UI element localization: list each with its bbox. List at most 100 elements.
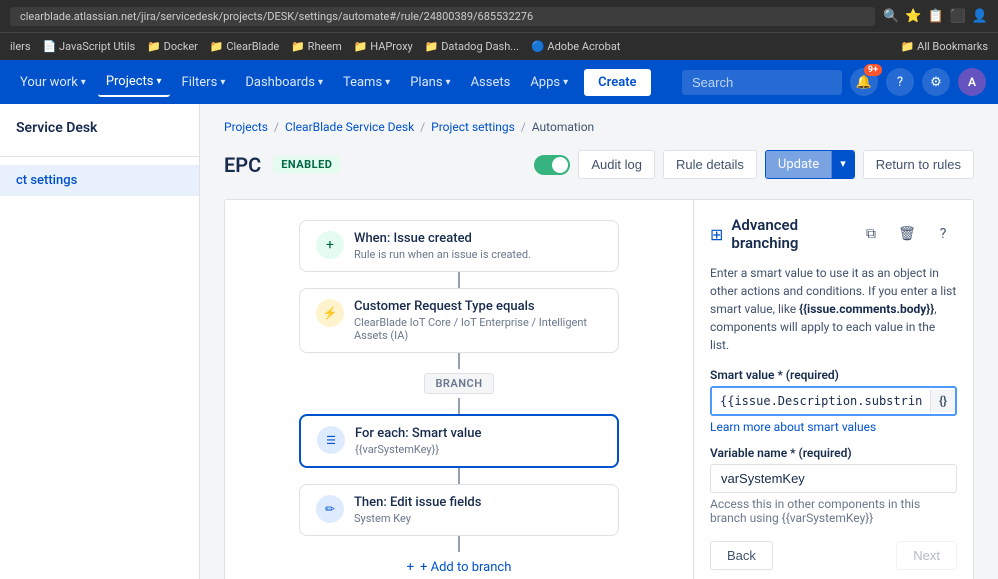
variable-name-field-label: Variable name * (required) (710, 446, 957, 460)
settings-button[interactable]: ⚙ (922, 68, 950, 96)
create-button[interactable]: Create (584, 69, 650, 96)
variable-name-label-text: Variable name * (required) (710, 446, 852, 460)
flow-line-5 (458, 536, 460, 552)
then-node-title: Then: Edit issue fields (354, 495, 602, 510)
notification-badge: 9+ (864, 64, 882, 76)
browser-url[interactable]: clearblade.atlassian.net/jira/servicedes… (10, 7, 875, 26)
bookmark-rheem[interactable]: 📁 Rheem (291, 40, 342, 53)
user-avatar[interactable]: A (958, 68, 986, 96)
browser-menu-icon[interactable]: ⬛ (950, 9, 966, 24)
smart-value-insert-button[interactable]: {} (930, 390, 955, 412)
nav-projects[interactable]: Projects ▾ (98, 68, 170, 97)
sidebar-title: Service Desk (0, 120, 199, 148)
back-button[interactable]: Back (710, 541, 773, 570)
nav-projects-label: Projects (106, 74, 154, 89)
flow-line-4 (458, 468, 460, 484)
panel-help-button[interactable]: ? (929, 220, 957, 248)
for-each-node-subtitle: {{varSystemKey}} (355, 443, 601, 456)
browser-search-icon[interactable]: 🔍 (883, 9, 899, 24)
trigger-node-icon: + (316, 231, 344, 259)
help-button[interactable]: ? (886, 68, 914, 96)
trigger-node[interactable]: + When: Issue created Rule is run when a… (299, 220, 619, 272)
next-button[interactable]: Next (896, 541, 957, 570)
smart-value-wrapper: {} (710, 386, 957, 416)
panel-grid-icon: ⊞ (710, 225, 723, 244)
flow-container: + When: Issue created Rule is run when a… (245, 220, 673, 579)
for-each-node[interactable]: ☰ For each: Smart value {{varSystemKey}} (299, 414, 619, 468)
bookmarks-bar: ilers 📄 JavaScript Utils 📁 Docker 📁 Clea… (0, 32, 998, 60)
notifications-button[interactable]: 🔔 9+ (850, 68, 878, 96)
flow-line-3 (458, 398, 460, 414)
panel-header: ⊞ Advanced branching ⧉ 🗑 ? (710, 216, 957, 252)
condition-node-icon: ⚡ (316, 299, 344, 327)
nav-apps-chevron: ▾ (563, 77, 568, 88)
smart-value-label-text: Smart value * (required) (710, 368, 839, 382)
nav-your-work-chevron: ▾ (81, 77, 86, 88)
smart-value-field-label: Smart value * (required) (710, 368, 957, 382)
nav-dashboards-label: Dashboards (245, 75, 315, 90)
main-content: Projects / ClearBlade Service Desk / Pro… (200, 104, 998, 579)
audit-log-button[interactable]: Audit log (578, 150, 655, 179)
for-each-node-content: For each: Smart value {{varSystemKey}} (355, 426, 601, 456)
bookmark-js-utils[interactable]: 📄 JavaScript Utils (43, 40, 136, 53)
learn-more-link[interactable]: Learn more about smart values (710, 420, 957, 434)
nav-dashboards[interactable]: Dashboards ▾ (237, 69, 331, 96)
nav-your-work-label: Your work (20, 75, 78, 90)
condition-node[interactable]: ⚡ Customer Request Type equals ClearBlad… (299, 288, 619, 353)
nav-apps[interactable]: Apps ▾ (522, 69, 576, 96)
then-node[interactable]: ✏ Then: Edit issue fields System Key (299, 484, 619, 536)
update-button[interactable]: Update (766, 151, 831, 178)
nav-assets[interactable]: Assets (463, 69, 519, 96)
browser-star-icon[interactable]: ⭐ (905, 9, 921, 24)
nav-plans[interactable]: Plans ▾ (402, 69, 458, 96)
bookmark-haproxy[interactable]: 📁 HAProxy (354, 40, 413, 53)
nav-plans-label: Plans (410, 75, 442, 90)
then-node-content: Then: Edit issue fields System Key (354, 495, 602, 525)
sidebar-item-project-settings[interactable]: ct settings (0, 165, 199, 196)
return-to-rules-button[interactable]: Return to rules (863, 150, 974, 179)
add-to-branch-button[interactable]: + + Add to branch (407, 552, 512, 579)
search-input[interactable] (682, 70, 842, 95)
bookmark-clearblade[interactable]: 📁 ClearBlade (210, 40, 279, 53)
nav-filters-label: Filters (182, 75, 218, 90)
breadcrumb-sep-2: / (420, 120, 425, 134)
app-nav: Your work ▾ Projects ▾ Filters ▾ Dashboa… (0, 60, 998, 104)
bookmark-adobe[interactable]: 🔵 Adobe Acrobat (531, 40, 620, 53)
bookmark-ilers[interactable]: ilers (10, 40, 31, 53)
nav-teams-chevron: ▾ (385, 77, 390, 88)
page-title: EPC (224, 153, 261, 177)
header-actions: Audit log Rule details Update ▾ Return t… (534, 150, 974, 179)
browser-apps-icon[interactable]: 📋 (927, 9, 943, 24)
then-node-subtitle: System Key (354, 512, 602, 525)
nav-filters[interactable]: Filters ▾ (174, 69, 234, 96)
breadcrumb-projects[interactable]: Projects (224, 120, 268, 134)
nav-teams[interactable]: Teams ▾ (335, 69, 398, 96)
nav-projects-chevron: ▾ (157, 76, 162, 87)
panel-delete-button[interactable]: 🗑 (893, 220, 921, 248)
nav-your-work[interactable]: Your work ▾ (12, 69, 94, 96)
all-bookmarks[interactable]: 📁 All Bookmarks (901, 40, 988, 53)
smart-value-input[interactable] (712, 388, 930, 414)
panel-desc-example: {{issue.comments.body}} (799, 302, 934, 316)
breadcrumb-project-settings[interactable]: Project settings (431, 120, 515, 134)
advanced-branching-panel: ⊞ Advanced branching ⧉ 🗑 ? Enter a smart… (693, 200, 973, 579)
trigger-node-title: When: Issue created (354, 231, 602, 246)
search-container (682, 70, 842, 95)
update-dropdown-button[interactable]: ▾ (831, 151, 854, 178)
variable-name-input[interactable] (710, 464, 957, 493)
flow-line-1 (458, 272, 460, 288)
enabled-toggle[interactable] (534, 155, 570, 175)
browser-icons: 🔍 ⭐ 📋 ⬛ 👤 (883, 9, 988, 24)
breadcrumb-service-desk[interactable]: ClearBlade Service Desk (285, 120, 414, 134)
variable-name-hint-text: Access this in other components in this … (710, 497, 920, 525)
sidebar: Service Desk ct settings (0, 104, 200, 579)
bookmark-datadog[interactable]: 📁 Datadog Dash... (425, 40, 519, 53)
condition-node-subtitle: ClearBlade IoT Core / IoT Enterprise / I… (354, 316, 602, 342)
nav-right: 🔔 9+ ? ⚙ A (682, 68, 986, 96)
rule-details-button[interactable]: Rule details (663, 150, 757, 179)
panel-copy-button[interactable]: ⧉ (857, 220, 885, 248)
browser-profile-icon[interactable]: 👤 (972, 9, 988, 24)
for-each-node-icon: ☰ (317, 426, 345, 454)
bookmark-docker[interactable]: 📁 Docker (147, 40, 198, 53)
nav-dashboards-chevron: ▾ (318, 77, 323, 88)
